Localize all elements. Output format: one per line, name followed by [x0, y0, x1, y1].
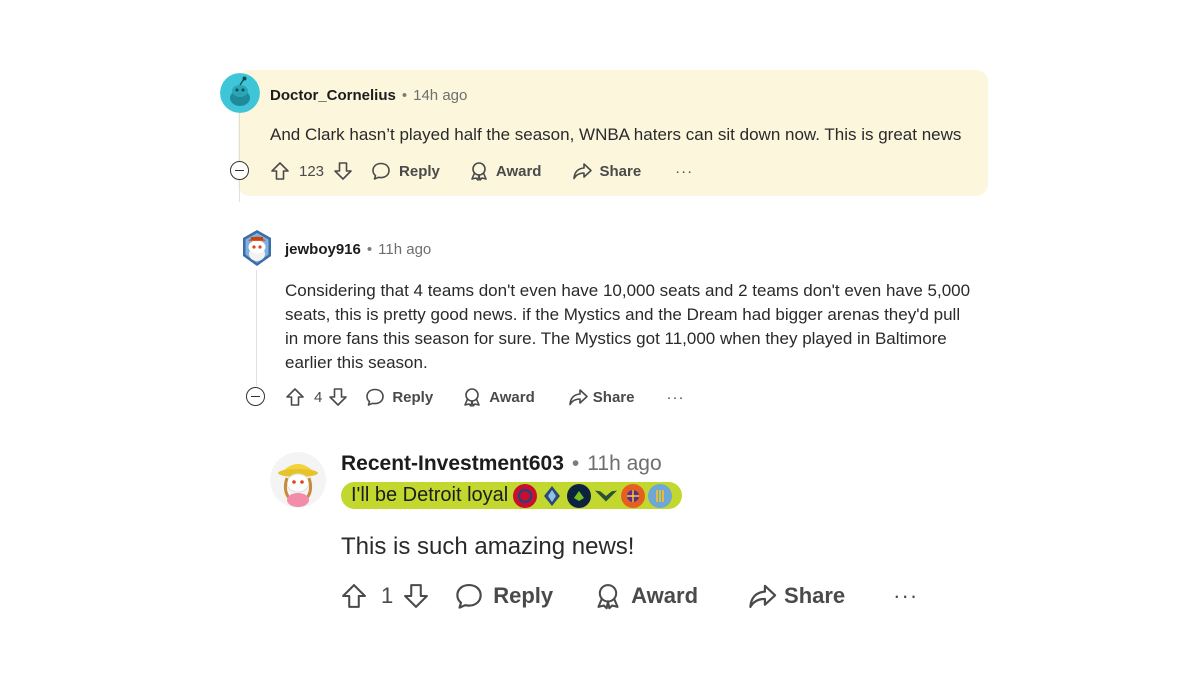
upvote-icon — [271, 162, 289, 180]
collapse-icon[interactable] — [246, 387, 265, 406]
award-icon — [471, 162, 487, 181]
comment-actions: 1 Reply Award Share ··· — [339, 580, 918, 612]
flair-text: I'll be Detroit loyal — [351, 484, 509, 506]
share-icon — [749, 584, 777, 608]
upvote-icon — [286, 388, 304, 406]
downvote-icon — [334, 162, 352, 180]
comment-actions: 123 Reply Award Share ··· — [269, 160, 693, 182]
separator: • — [401, 87, 408, 104]
team-badge-icon — [621, 483, 646, 508]
timestamp[interactable]: 14h ago — [413, 87, 467, 104]
award-icon — [597, 584, 619, 610]
collapse-icon[interactable] — [230, 161, 249, 180]
vote-score: 1 — [381, 583, 394, 608]
team-badge-icon — [567, 483, 592, 508]
timestamp[interactable]: 11h ago — [587, 452, 661, 476]
more-icon[interactable]: ··· — [666, 389, 684, 406]
avatar[interactable] — [240, 228, 274, 268]
username[interactable]: jewboy916 — [285, 241, 361, 258]
timestamp[interactable]: 11h ago — [378, 241, 431, 258]
upvote-button[interactable] — [284, 386, 306, 408]
more-icon[interactable]: ··· — [675, 163, 693, 180]
separator: • — [366, 241, 373, 258]
team-badge-icon — [648, 483, 673, 508]
username[interactable]: Recent-Investment603 — [341, 452, 564, 476]
body-line: Considering that 4 teams don't even have… — [285, 281, 971, 300]
reply-button[interactable]: Reply — [364, 386, 433, 408]
comment-actions: 4 Reply Award Share ··· — [284, 386, 684, 408]
reply-button[interactable]: Reply — [453, 580, 553, 612]
comment-body: Considering that 4 teams don't even have… — [285, 279, 970, 375]
reply-icon — [366, 388, 385, 406]
share-button[interactable]: Share — [571, 160, 641, 182]
share-button[interactable]: Share — [567, 386, 634, 408]
downvote-icon — [404, 584, 429, 608]
share-icon — [568, 389, 588, 406]
downvote-button[interactable] — [401, 580, 431, 612]
avatar-snoo-teal-icon — [220, 73, 260, 113]
body-line: in more fans this season for sure. The M… — [285, 329, 947, 348]
avatar[interactable] — [220, 73, 260, 113]
user-flair: I'll be Detroit loyal — [341, 482, 683, 509]
avatar-snoo-girl-icon — [270, 452, 326, 508]
more-icon[interactable]: ··· — [893, 583, 918, 609]
reply-icon — [372, 162, 390, 180]
vote-score: 4 — [314, 388, 323, 406]
body-line: seats, this is pretty good news. if the … — [285, 305, 961, 324]
upvote-button[interactable] — [339, 580, 369, 612]
username[interactable]: Doctor_Cornelius — [270, 87, 396, 104]
comment-meta: Recent-Investment603 • 11h ago — [341, 452, 662, 476]
flair-badges — [510, 483, 673, 508]
vote-score: 123 — [299, 162, 325, 180]
upvote-button[interactable] — [269, 160, 291, 182]
comment-meta: Doctor_Cornelius • 14h ago — [270, 87, 467, 104]
downvote-button[interactable] — [332, 160, 354, 182]
award-button[interactable]: Award — [461, 386, 535, 408]
comment-body: This is such amazing news! — [341, 533, 635, 560]
upvote-icon — [342, 584, 366, 608]
reply-icon — [456, 584, 482, 609]
separator: • — [571, 452, 580, 475]
avatar-snoo-hat-icon — [243, 230, 271, 266]
team-badge-icon — [513, 483, 538, 508]
comment-body: And Clark hasn’t played half the season,… — [270, 125, 962, 144]
avatar[interactable] — [270, 452, 326, 508]
award-icon — [464, 388, 481, 407]
downvote-button[interactable] — [327, 386, 349, 408]
award-button[interactable]: Award — [468, 160, 541, 182]
award-button[interactable]: Award — [593, 580, 698, 612]
thread-line — [239, 112, 240, 202]
body-line: earlier this season. — [285, 353, 428, 372]
share-icon — [573, 163, 593, 180]
thread-line — [256, 270, 257, 386]
comment-meta: jewboy916 • 11h ago — [285, 241, 431, 258]
team-badge-icon — [594, 484, 618, 508]
team-badge-icon — [540, 484, 564, 508]
reply-button[interactable]: Reply — [370, 160, 440, 182]
share-button[interactable]: Share — [746, 580, 845, 612]
downvote-icon — [329, 388, 348, 406]
